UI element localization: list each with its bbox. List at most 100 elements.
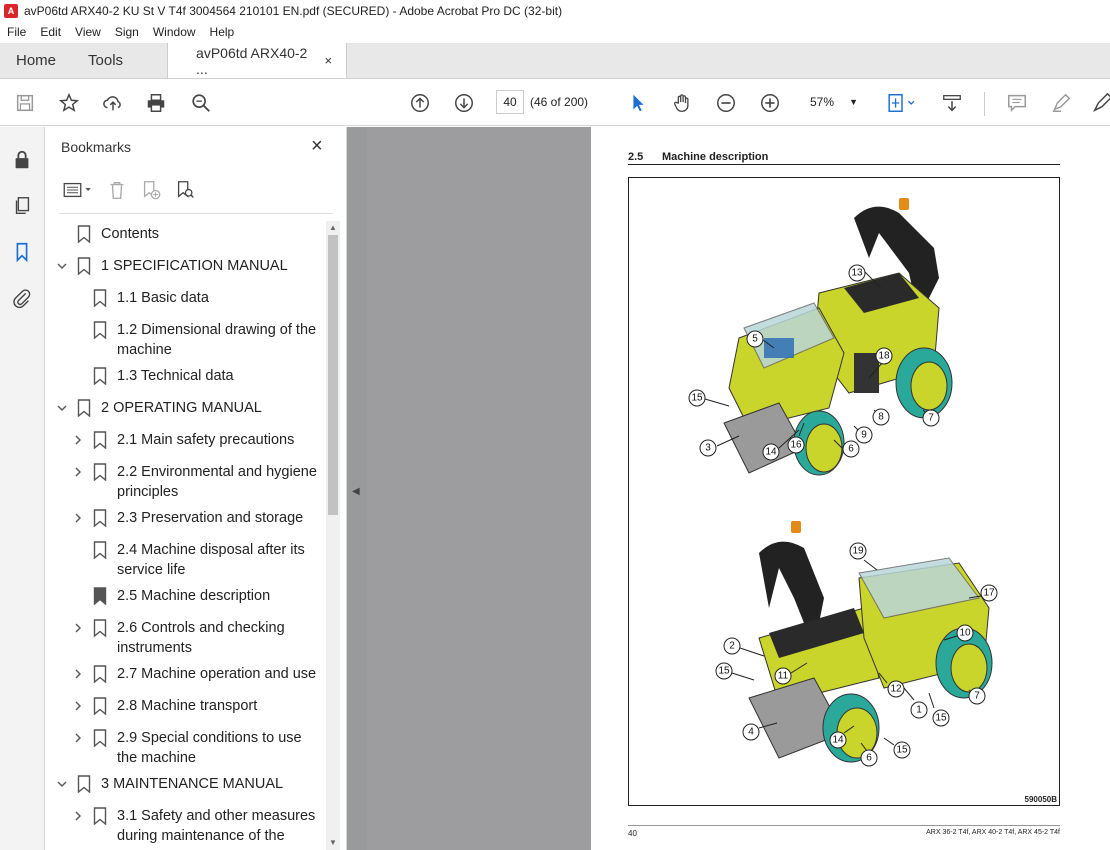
lock-icon[interactable] bbox=[11, 149, 33, 171]
menu-file[interactable]: File bbox=[0, 25, 33, 39]
bookmark-icon bbox=[93, 509, 107, 527]
bookmark-technical-data[interactable]: 1.3 Technical data bbox=[71, 366, 234, 386]
chevron-right-icon[interactable] bbox=[71, 728, 85, 748]
collapse-panel-icon[interactable]: ◀ bbox=[352, 486, 362, 500]
bookmark-maintenance-manual[interactable]: 3 MAINTENANCE MANUAL bbox=[55, 774, 283, 794]
section-title: Machine description bbox=[662, 151, 769, 163]
star-icon[interactable] bbox=[57, 91, 81, 115]
svg-text:15: 15 bbox=[935, 713, 947, 724]
bookmark-safety-maintenance[interactable]: 3.1 Safety and other measures during mai… bbox=[71, 806, 323, 846]
tab-bar: Home Tools avP06td ARX40-2 ... × bbox=[0, 43, 1110, 79]
menu-help[interactable]: Help bbox=[203, 25, 242, 39]
bookmark-operation-use[interactable]: 2.7 Machine operation and use bbox=[71, 664, 316, 684]
chevron-right-icon[interactable] bbox=[71, 696, 85, 716]
search-icon[interactable] bbox=[189, 91, 213, 115]
svg-text:1: 1 bbox=[916, 705, 922, 716]
callout-3: 3 bbox=[699, 435, 740, 457]
zoom-select[interactable]: 57% ▼ bbox=[800, 90, 864, 114]
bookmark-specification-manual[interactable]: 1 SPECIFICATION MANUAL bbox=[55, 256, 288, 276]
bookmark-icon bbox=[77, 225, 91, 243]
highlight-icon[interactable] bbox=[1049, 91, 1073, 115]
svg-text:15: 15 bbox=[718, 666, 730, 677]
bookmark-icon bbox=[93, 463, 107, 481]
acrobat-app-icon: A bbox=[4, 4, 18, 18]
tab-home[interactable]: Home bbox=[0, 43, 72, 78]
bookmark-panel-icon[interactable] bbox=[11, 241, 33, 263]
bookmark-icon bbox=[93, 587, 107, 605]
bookmark-environmental[interactable]: 2.2 Environmental and hygiene principles bbox=[71, 462, 327, 502]
bookmark-icon bbox=[93, 807, 107, 825]
pages-icon[interactable] bbox=[11, 195, 33, 217]
chevron-down-icon[interactable] bbox=[55, 774, 69, 794]
window-title: avP06td ARX40-2 KU St V T4f 3004564 2101… bbox=[24, 4, 563, 18]
bookmark-icon bbox=[93, 729, 107, 747]
scroll-thumb[interactable] bbox=[328, 235, 338, 515]
svg-text:3: 3 bbox=[705, 443, 711, 454]
save-icon[interactable] bbox=[13, 91, 37, 115]
chevron-down-icon[interactable] bbox=[55, 256, 69, 276]
bookmark-special-conditions[interactable]: 2.9 Special conditions to use the machin… bbox=[71, 728, 317, 768]
scroll-down-icon[interactable]: ▼ bbox=[328, 838, 338, 848]
chevron-down-icon: ▼ bbox=[849, 97, 858, 107]
bookmarks-scrollbar[interactable]: ▲ ▼ bbox=[326, 221, 340, 850]
sign-icon[interactable] bbox=[1090, 91, 1110, 115]
chevron-right-icon[interactable] bbox=[71, 806, 85, 826]
page-down-icon[interactable] bbox=[452, 91, 476, 115]
svg-text:11: 11 bbox=[778, 671, 789, 682]
scroll-up-icon[interactable]: ▲ bbox=[328, 223, 338, 233]
bookmark-icon bbox=[93, 431, 107, 449]
menu-sign[interactable]: Sign bbox=[108, 25, 146, 39]
attachment-icon[interactable] bbox=[11, 287, 33, 309]
tab-tools[interactable]: Tools bbox=[72, 43, 139, 78]
page-number-input[interactable]: 40 bbox=[496, 90, 524, 114]
chevron-down-icon[interactable] bbox=[55, 398, 69, 418]
close-tab-icon[interactable]: × bbox=[324, 53, 332, 68]
menu-window[interactable]: Window bbox=[146, 25, 203, 39]
bookmark-basic-data[interactable]: 1.1 Basic data bbox=[71, 288, 209, 308]
bookmark-icon bbox=[93, 665, 107, 683]
roller-illustration: 13 5 18 15 7 8 9 3 14 16 6 19 17 10 2 11… bbox=[688, 198, 998, 767]
chevron-right-icon[interactable] bbox=[71, 508, 85, 528]
bookmark-icon bbox=[77, 775, 91, 793]
bookmark-transport[interactable]: 2.8 Machine transport bbox=[71, 696, 257, 716]
find-bookmark-icon[interactable] bbox=[173, 178, 197, 202]
bookmark-dimensional-drawing[interactable]: 1.2 Dimensional drawing of the machine bbox=[71, 320, 327, 360]
delete-bookmark-icon[interactable] bbox=[105, 178, 129, 202]
bookmark-contents[interactable]: Contents bbox=[55, 224, 159, 244]
comment-icon[interactable] bbox=[1005, 91, 1029, 115]
svg-text:7: 7 bbox=[974, 691, 980, 702]
bookmark-icon bbox=[77, 399, 91, 417]
chevron-right-icon[interactable] bbox=[71, 430, 85, 450]
chevron-right-icon[interactable] bbox=[71, 618, 85, 638]
scroll-mode-icon[interactable] bbox=[940, 91, 964, 115]
print-icon[interactable] bbox=[144, 91, 168, 115]
hand-icon[interactable] bbox=[670, 91, 694, 115]
chevron-right-icon[interactable] bbox=[71, 664, 85, 684]
svg-text:6: 6 bbox=[866, 753, 872, 764]
bookmark-main-safety[interactable]: 2.1 Main safety precautions bbox=[71, 430, 294, 450]
callout-19: 19 bbox=[849, 542, 878, 571]
callout-7-bottom: 7 bbox=[968, 687, 986, 705]
svg-text:4: 4 bbox=[748, 727, 754, 738]
bookmark-operating-manual[interactable]: 2 OPERATING MANUAL bbox=[55, 398, 262, 418]
bookmark-machine-description[interactable]: 2.5 Machine description bbox=[71, 586, 270, 606]
tab-document[interactable]: avP06td ARX40-2 ... × bbox=[167, 43, 348, 78]
upload-icon[interactable] bbox=[101, 91, 125, 115]
footer-models: ARX 36-2 T4f, ARX 40-2 T4f, ARX 45-2 T4f bbox=[926, 829, 1060, 836]
bookmark-controls[interactable]: 2.6 Controls and checking instruments bbox=[71, 618, 317, 658]
bookmark-machine-disposal[interactable]: 2.4 Machine disposal after its service l… bbox=[71, 540, 317, 580]
options-menu-icon[interactable] bbox=[61, 178, 95, 202]
svg-text:10: 10 bbox=[959, 628, 971, 639]
zoom-in-icon[interactable] bbox=[758, 91, 782, 115]
page-up-icon[interactable] bbox=[408, 91, 432, 115]
svg-text:12: 12 bbox=[890, 684, 902, 695]
close-bookmarks-icon[interactable]: × bbox=[311, 135, 323, 158]
chevron-right-icon[interactable] bbox=[71, 462, 85, 482]
new-bookmark-icon[interactable] bbox=[139, 178, 163, 202]
fit-icon[interactable] bbox=[884, 91, 920, 115]
cursor-icon[interactable] bbox=[626, 91, 650, 115]
zoom-out-icon[interactable] bbox=[714, 91, 738, 115]
bookmark-preservation[interactable]: 2.3 Preservation and storage bbox=[71, 508, 303, 528]
menu-view[interactable]: View bbox=[68, 25, 108, 39]
menu-edit[interactable]: Edit bbox=[33, 25, 68, 39]
